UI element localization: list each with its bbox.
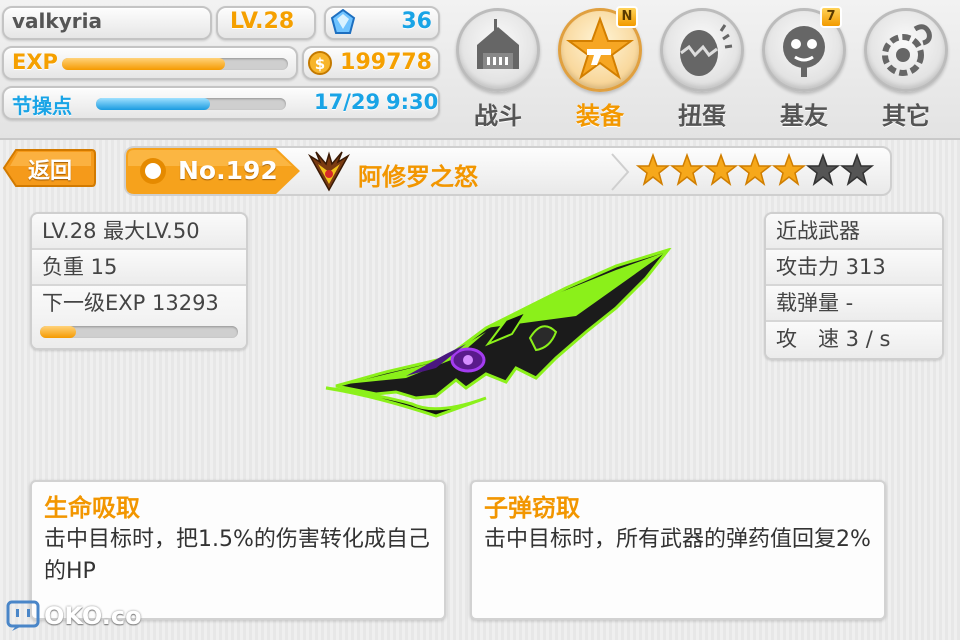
watermark-logo-icon xyxy=(6,600,42,636)
weight-text: 负重 15 xyxy=(42,255,118,279)
skill-2-desc: 击中目标时，所有武器的弹药值回复2% xyxy=(484,527,871,552)
svg-text:$: $ xyxy=(315,55,325,73)
next-exp-row: 下一级EXP 13293 xyxy=(32,286,246,348)
nav-other-circle xyxy=(864,8,948,92)
nav-friends[interactable]: 7 基友 xyxy=(762,6,846,132)
next-exp-text: 下一级EXP 13293 xyxy=(42,291,219,315)
nav-equip-label: 装备 xyxy=(576,102,624,130)
weapon-image xyxy=(316,247,676,432)
speed-row: 攻 速 3 / s xyxy=(766,322,942,358)
egg-icon xyxy=(680,24,733,76)
nav-other-label: 其它 xyxy=(882,102,930,130)
skill-card-1: 生命吸取 击中目标时，把1.5%的伤害转化成自己的HP xyxy=(30,480,446,620)
watermark-text: OKO.co xyxy=(44,602,142,630)
weapon-exp-bar xyxy=(40,326,238,338)
stats-card: 近战武器 攻击力 313 载弹量 - 攻 速 3 / s xyxy=(764,212,944,360)
skill-2-title: 子弹窃取 xyxy=(484,494,580,522)
gem-icon xyxy=(330,8,356,39)
star-empty-icon xyxy=(806,153,840,186)
level-card: LV.28 最大LV.50 负重 15 下一级EXP 13293 xyxy=(30,212,248,350)
star-rating xyxy=(636,153,876,189)
star-empty-icon xyxy=(840,153,874,186)
weapon-exp-bar-fill xyxy=(40,326,76,338)
stamina-value: 17/29 xyxy=(314,90,381,114)
star-filled-icon xyxy=(636,153,670,186)
player-level: LV.28 xyxy=(230,9,295,34)
nav-friends-badge: 7 xyxy=(820,6,842,28)
gear-question-icon xyxy=(882,24,932,76)
gem-count: 36 xyxy=(401,9,432,34)
ammo-row: 载弹量 - xyxy=(766,286,942,322)
castle-icon xyxy=(477,19,519,69)
star-filled-icon xyxy=(738,153,772,186)
nav-equip-badge: N xyxy=(616,6,638,28)
stamina-bar xyxy=(96,98,286,110)
nav-friends-label: 基友 xyxy=(780,102,828,130)
header-divider xyxy=(610,152,630,196)
nav-other[interactable]: 其它 xyxy=(864,8,948,132)
skill-1-desc: 击中目标时，把1.5%的伤害转化成自己的HP xyxy=(44,527,430,584)
exp-bar xyxy=(62,58,288,70)
back-label: 返回 xyxy=(28,159,73,184)
nav-battle-label: 战斗 xyxy=(474,102,522,130)
star-filled-icon xyxy=(670,153,704,186)
exp-label: EXP xyxy=(12,50,58,74)
nav-equip[interactable]: N 装备 xyxy=(558,6,642,132)
weight-row: 负重 15 xyxy=(32,250,246,286)
attack-value: 攻击力 313 xyxy=(776,255,886,279)
exp-bar-fill xyxy=(62,58,225,70)
coin-count: 199778 xyxy=(340,50,432,75)
weapon-number: No.192 xyxy=(178,156,278,185)
nav-battle[interactable]: 战斗 xyxy=(456,8,540,132)
weapon-emblem-icon xyxy=(306,150,352,198)
nav-battle-circle xyxy=(456,8,540,92)
star-filled-icon xyxy=(704,153,738,186)
nav-gacha-label: 扭蛋 xyxy=(678,102,726,130)
level-text: LV.28 最大LV.50 xyxy=(42,219,200,243)
stamina-timer: 9:30 xyxy=(386,90,439,114)
level-row: LV.28 最大LV.50 xyxy=(32,214,246,250)
weapon-name: 阿修罗之怒 xyxy=(358,163,478,191)
weapon-type: 近战武器 xyxy=(776,219,860,243)
nav-gacha[interactable]: 扭蛋 xyxy=(660,8,744,132)
skill-card-2: 子弹窃取 击中目标时，所有武器的弹药值回复2% xyxy=(470,480,886,620)
stamina-bar-fill xyxy=(96,98,210,110)
speed-value: 攻 速 3 / s xyxy=(776,327,891,351)
ammo-value: 载弹量 - xyxy=(776,291,854,315)
attack-row: 攻击力 313 xyxy=(766,250,942,286)
star-filled-icon xyxy=(772,153,806,186)
stamina-label: 节操点 xyxy=(12,94,72,118)
skill-1-title: 生命吸取 xyxy=(44,494,140,522)
player-name: valkyria xyxy=(12,9,102,33)
nav-gacha-circle xyxy=(660,8,744,92)
type-row: 近战武器 xyxy=(766,214,942,250)
coin-icon: $ xyxy=(307,50,333,80)
